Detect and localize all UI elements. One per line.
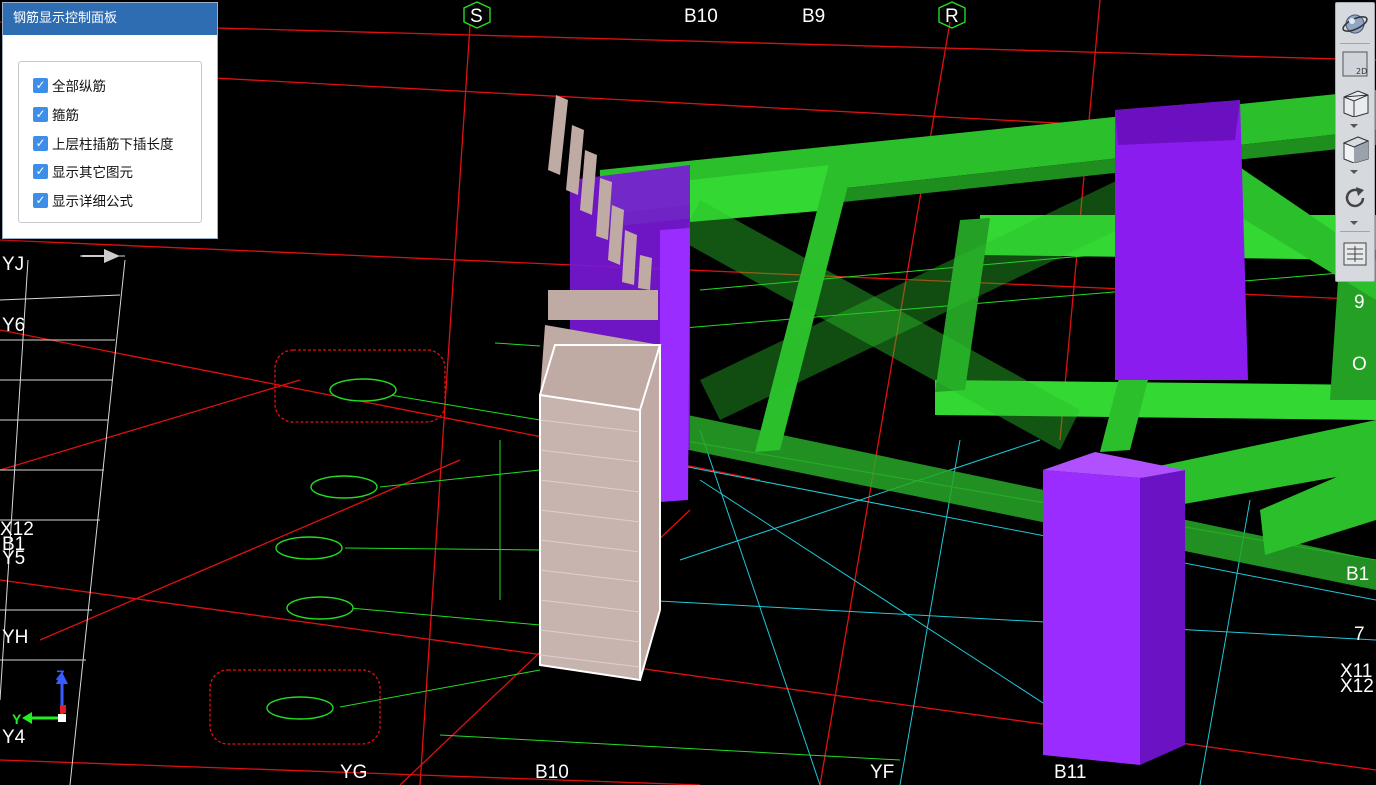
axis-label-right: 7 <box>1354 624 1365 645</box>
axis-label-left: Y4 <box>2 727 26 748</box>
checkbox-checked-icon[interactable]: ✓ <box>33 135 48 151</box>
option-label: 箍筋 <box>52 108 79 124</box>
axis-label-top: S <box>470 6 483 27</box>
axis-label-left: Y5 <box>2 548 25 569</box>
dynamic-observe-button[interactable] <box>1340 9 1370 39</box>
options-group: ✓ 全部纵筋 ✓ 箍筋 ✓ 上层柱插筋下插长度 ✓ 显示其它图元 ✓ 显示详细公… <box>18 61 202 223</box>
gizmo-y-label: Y <box>12 711 22 727</box>
cube-icon <box>1342 136 1370 163</box>
axis-label-right: 9 <box>1354 292 1365 313</box>
view-toolbar: 2D <box>1335 2 1375 282</box>
2d-view-button[interactable]: 2D <box>1340 49 1370 79</box>
axis-label-top: B9 <box>802 6 825 27</box>
option-label: 上层柱插筋下插长度 <box>52 137 174 153</box>
axis-label-right: X12 <box>1340 676 1374 697</box>
axis-label-left: YH <box>2 627 28 648</box>
option-all-longitudinal-rebar[interactable]: ✓ 全部纵筋 <box>33 74 106 96</box>
checkbox-checked-icon[interactable]: ✓ <box>33 163 48 179</box>
display-mode-button[interactable] <box>1340 133 1370 163</box>
gizmo-z-label: Z <box>56 667 65 683</box>
panel-title[interactable]: 钢筋显示控制面板 <box>3 3 217 35</box>
axis-label-top: R <box>945 6 959 27</box>
checkbox-checked-icon[interactable]: ✓ <box>33 77 48 93</box>
display-settings-icon <box>1343 242 1367 266</box>
axis-label-right: B1 <box>1346 564 1369 585</box>
axis-label-bottom: YG <box>340 762 367 783</box>
rotate-icon <box>1345 187 1365 208</box>
rotate-button[interactable] <box>1340 183 1370 213</box>
axis-label-left: Y6 <box>2 315 25 336</box>
option-label: 显示详细公式 <box>52 194 133 210</box>
option-label: 显示其它图元 <box>52 165 133 181</box>
axis-label-right: O <box>1352 354 1367 375</box>
axis-label-top: B10 <box>684 6 718 27</box>
option-show-other-elements[interactable]: ✓ 显示其它图元 <box>33 160 133 182</box>
display-settings-button[interactable] <box>1340 239 1370 269</box>
option-upper-dowel-length[interactable]: ✓ 上层柱插筋下插长度 <box>33 132 174 154</box>
axis-label-bottom: YF <box>870 762 894 783</box>
checkbox-checked-icon[interactable]: ✓ <box>33 106 48 122</box>
axis-label-left: YJ <box>2 254 24 275</box>
option-label: 全部纵筋 <box>52 79 106 95</box>
3d-view-button[interactable] <box>1340 87 1370 117</box>
3d-box-icon <box>1343 90 1369 117</box>
checkbox-checked-icon[interactable]: ✓ <box>33 192 48 208</box>
option-show-detailed-formula[interactable]: ✓ 显示详细公式 <box>33 189 133 211</box>
rebar-display-control-panel: 钢筋显示控制面板 ✓ 全部纵筋 ✓ 箍筋 ✓ 上层柱插筋下插长度 ✓ 显示其它图… <box>2 2 218 239</box>
2d-view-icon: 2D <box>1342 51 1368 77</box>
sphere-orbit-icon <box>1342 14 1368 34</box>
option-stirrup[interactable]: ✓ 箍筋 <box>33 103 79 125</box>
axis-label-bottom: B10 <box>535 762 569 783</box>
axis-label-bottom: B11 <box>1054 762 1086 783</box>
2d-view-label: 2D <box>1356 67 1367 76</box>
